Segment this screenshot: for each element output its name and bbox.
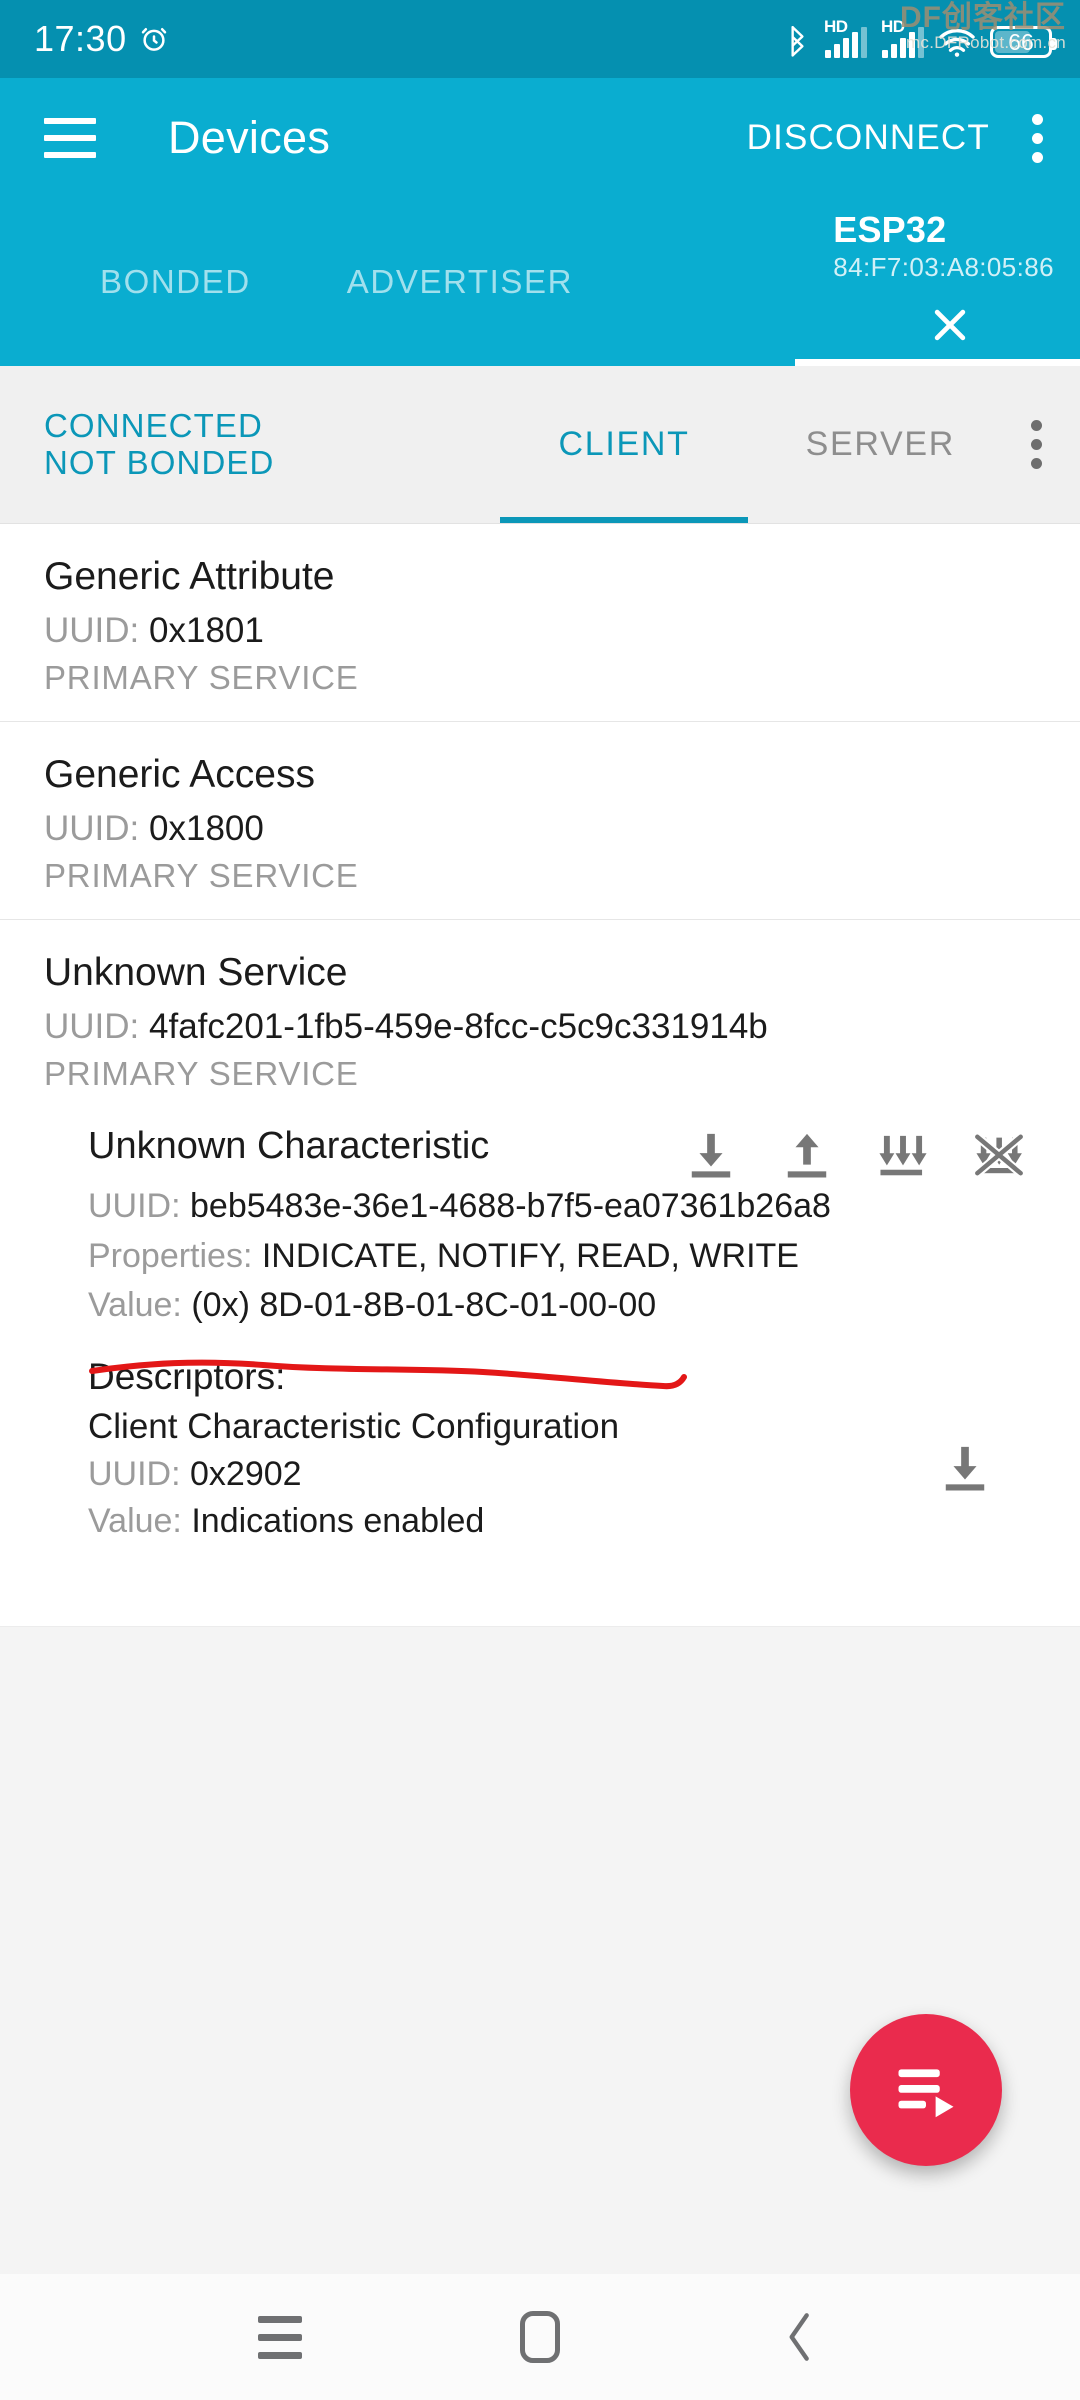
value-label: Value: bbox=[88, 1502, 182, 1541]
signal-icon-sim2: HD bbox=[881, 17, 924, 58]
descriptor-row[interactable]: Client Characteristic Configuration UUID… bbox=[88, 1402, 1036, 1546]
device-tabs: BONDED ADVERTISER ESP32 84:F7:03:A8:05:8… bbox=[0, 198, 1080, 366]
descriptor-value: Indications enabled bbox=[191, 1502, 485, 1541]
close-icon[interactable] bbox=[914, 289, 986, 361]
service-type: PRIMARY SERVICE bbox=[44, 658, 359, 696]
service-uuid-row: UUID: 0x1800 bbox=[44, 805, 1036, 853]
uuid-label: UUID: bbox=[88, 1186, 181, 1225]
characteristic-actions bbox=[684, 1123, 1036, 1181]
characteristic-row[interactable]: Unknown Characteristic UUID: beb5483e-36… bbox=[0, 1099, 1080, 1348]
properties-label: Properties: bbox=[88, 1236, 253, 1275]
wifi-icon bbox=[938, 26, 976, 58]
back-chevron-icon[interactable] bbox=[752, 2289, 848, 2385]
characteristic-value-row: Value: (0x) 8D-01-8B-01-8C-01-00-00 bbox=[88, 1282, 656, 1330]
service-name: Unknown Service bbox=[44, 950, 348, 994]
tab-bonded[interactable]: BONDED bbox=[0, 198, 251, 366]
empty-content-area bbox=[0, 1626, 1080, 2274]
service-uuid-value: 0x1800 bbox=[149, 808, 264, 848]
client-server-tabs: CLIENT SERVER bbox=[500, 366, 1013, 523]
connection-state-label: CONNECTED bbox=[44, 406, 263, 444]
uuid-label: UUID: bbox=[88, 1454, 181, 1493]
tab-client[interactable]: CLIENT bbox=[500, 366, 748, 523]
read-icon[interactable] bbox=[938, 1442, 992, 1494]
recents-icon[interactable] bbox=[232, 2289, 328, 2385]
characteristic-value-prefix: (0x) bbox=[191, 1286, 250, 1325]
app-bar: Devices DISCONNECT BONDED ADVERTISER ESP… bbox=[0, 78, 1080, 366]
value-label: Value: bbox=[88, 1286, 182, 1325]
status-bar-right: HD HD 66 bbox=[784, 17, 1057, 58]
android-nav-bar bbox=[0, 2274, 1080, 2400]
descriptor-section[interactable]: Descriptors: Client Characteristic Confi… bbox=[0, 1348, 1080, 1576]
gatt-service-list[interactable]: Generic Attribute UUID: 0x1801 PRIMARY S… bbox=[0, 524, 1080, 1626]
uuid-label: UUID: bbox=[44, 1006, 140, 1046]
service-uuid-value: 0x1801 bbox=[149, 610, 264, 650]
hamburger-menu-icon[interactable] bbox=[44, 118, 96, 158]
descriptors-label: Descriptors: bbox=[88, 1355, 286, 1397]
characteristic-value: 8D-01-8B-01-8C-01-00-00 bbox=[259, 1286, 657, 1325]
tab-server-label: SERVER bbox=[805, 425, 955, 463]
service-uuid-row: UUID: 0x1801 bbox=[44, 607, 1036, 655]
service-type: PRIMARY SERVICE bbox=[44, 856, 359, 894]
descriptor-uuid-row: UUID: 0x2902 bbox=[88, 1451, 938, 1499]
hd-label-sim2: HD bbox=[881, 17, 905, 36]
page-title: Devices bbox=[168, 112, 331, 163]
characteristic-properties-row: Properties: INDICATE, NOTIFY, READ, WRIT… bbox=[88, 1233, 1036, 1281]
read-icon[interactable] bbox=[684, 1129, 738, 1181]
unsubscribe-notify-icon[interactable] bbox=[972, 1129, 1026, 1181]
connection-header: CONNECTED NOT BONDED CLIENT SERVER bbox=[0, 366, 1080, 524]
service-name: Generic Attribute bbox=[44, 555, 335, 598]
status-bar-left: 17:30 bbox=[34, 18, 169, 60]
uuid-label: UUID: bbox=[44, 808, 140, 848]
app-bar-top-row: Devices DISCONNECT bbox=[0, 78, 1080, 198]
status-clock: 17:30 bbox=[34, 18, 127, 59]
subscribe-notify-icon[interactable] bbox=[876, 1129, 930, 1181]
alarm-clock-icon bbox=[139, 24, 169, 54]
playlist-play-icon bbox=[898, 2069, 954, 2118]
bluetooth-icon bbox=[784, 24, 810, 58]
status-bar: 17:30 HD HD 66 bbox=[0, 0, 1080, 78]
connection-status: CONNECTED NOT BONDED bbox=[0, 406, 275, 482]
tab-device-name: ESP32 bbox=[833, 209, 947, 251]
service-name: Generic Access bbox=[44, 752, 315, 796]
descriptor-value-row: Value: Indications enabled bbox=[88, 1498, 938, 1546]
service-uuid-row: UUID: 4fafc201-1fb5-459e-8fcc-c5c9c33191… bbox=[44, 1003, 1036, 1051]
service-type: PRIMARY SERVICE bbox=[44, 1054, 359, 1092]
service-row[interactable]: Generic Attribute UUID: 0x1801 PRIMARY S… bbox=[0, 524, 1080, 722]
descriptor-name: Client Characteristic Configuration bbox=[88, 1406, 620, 1446]
write-icon[interactable] bbox=[780, 1129, 834, 1181]
kebab-menu-icon[interactable] bbox=[1018, 108, 1046, 169]
disconnect-button[interactable]: DISCONNECT bbox=[747, 118, 990, 158]
hd-label-sim1: HD bbox=[824, 17, 848, 36]
app-bar-actions: DISCONNECT bbox=[747, 108, 1046, 169]
service-row[interactable]: Unknown Service UUID: 4fafc201-1fb5-459e… bbox=[0, 920, 1080, 1099]
characteristic-header: Unknown Characteristic bbox=[88, 1123, 1036, 1181]
descriptor-uuid-value: 0x2902 bbox=[190, 1454, 302, 1493]
characteristic-properties-value: INDICATE, NOTIFY, READ, WRITE bbox=[261, 1236, 799, 1275]
connection-overflow-kebab-menu-icon[interactable] bbox=[1013, 420, 1080, 469]
service-uuid-value: 4fafc201-1fb5-459e-8fcc-c5c9c331914b bbox=[149, 1006, 768, 1046]
tab-client-label: CLIENT bbox=[558, 425, 690, 463]
signal-icon-sim1: HD bbox=[824, 17, 867, 58]
bond-state-label: NOT BONDED bbox=[44, 443, 275, 481]
tab-device-esp32[interactable]: ESP32 84:F7:03:A8:05:86 bbox=[795, 198, 1080, 366]
uuid-label: UUID: bbox=[44, 610, 140, 650]
tab-bonded-label: BONDED bbox=[100, 263, 251, 300]
tab-advertiser-label: ADVERTISER bbox=[346, 263, 574, 300]
service-row[interactable]: Generic Access UUID: 0x1800 PRIMARY SERV… bbox=[0, 722, 1080, 920]
home-icon[interactable] bbox=[492, 2289, 588, 2385]
battery-level-label: 66 bbox=[1008, 28, 1034, 55]
tab-client-indicator bbox=[500, 517, 748, 523]
tab-device-address: 84:F7:03:A8:05:86 bbox=[833, 251, 1054, 282]
battery-icon: 66 bbox=[990, 26, 1057, 58]
characteristic-name: Unknown Characteristic bbox=[88, 1124, 490, 1167]
tab-server[interactable]: SERVER bbox=[748, 366, 1013, 523]
characteristic-uuid-value: beb5483e-36e1-4688-b7f5-ea07361b26a8 bbox=[190, 1186, 831, 1225]
characteristic-uuid-row: UUID: beb5483e-36e1-4688-b7f5-ea07361b26… bbox=[88, 1183, 1036, 1231]
tab-advertiser[interactable]: ADVERTISER bbox=[251, 198, 573, 366]
log-fab-button[interactable] bbox=[850, 2014, 1002, 2166]
